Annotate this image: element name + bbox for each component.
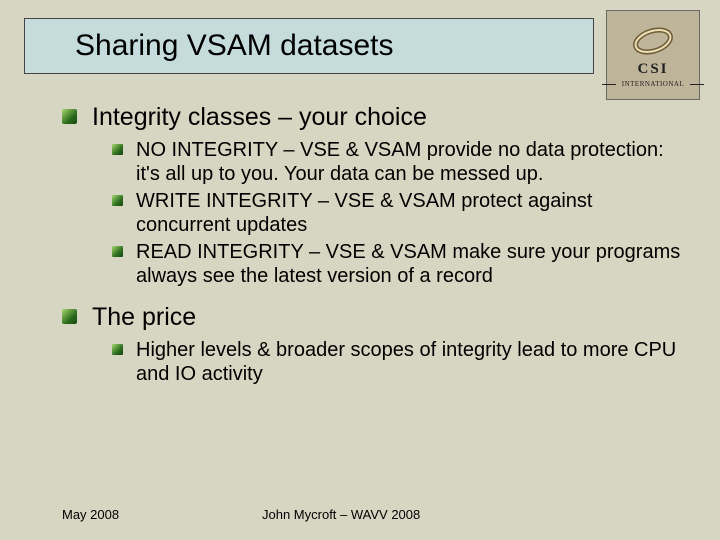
list-item-label: Integrity classes – your choice bbox=[92, 103, 427, 131]
slide-title: Sharing VSAM datasets bbox=[75, 29, 394, 63]
logo-text-primary: CSI bbox=[637, 61, 668, 78]
logo-text-secondary: INTERNATIONAL bbox=[616, 80, 691, 88]
footer-author: John Mycroft – WAVV 2008 bbox=[262, 507, 680, 522]
footer: May 2008 John Mycroft – WAVV 2008 bbox=[62, 507, 680, 522]
list-item: Integrity classes – your choice NO INTEG… bbox=[62, 102, 686, 288]
list-item: READ INTEGRITY – VSE & VSAM make sure yo… bbox=[112, 240, 686, 288]
list-item: Higher levels & broader scopes of integr… bbox=[112, 338, 686, 386]
content-body: Integrity classes – your choice NO INTEG… bbox=[62, 102, 686, 390]
list-item: The price Higher levels & broader scopes… bbox=[62, 302, 686, 386]
footer-date: May 2008 bbox=[62, 507, 262, 522]
title-bar: Sharing VSAM datasets bbox=[24, 18, 594, 74]
list-item-label: The price bbox=[92, 303, 196, 331]
logo: CSI INTERNATIONAL bbox=[606, 10, 700, 100]
slide: Sharing VSAM datasets CSI INTERNATIONAL … bbox=[0, 0, 720, 540]
list-item: NO INTEGRITY – VSE & VSAM provide no dat… bbox=[112, 138, 686, 186]
list-item: WRITE INTEGRITY – VSE & VSAM protect aga… bbox=[112, 189, 686, 237]
logo-swoosh-icon bbox=[631, 23, 675, 59]
